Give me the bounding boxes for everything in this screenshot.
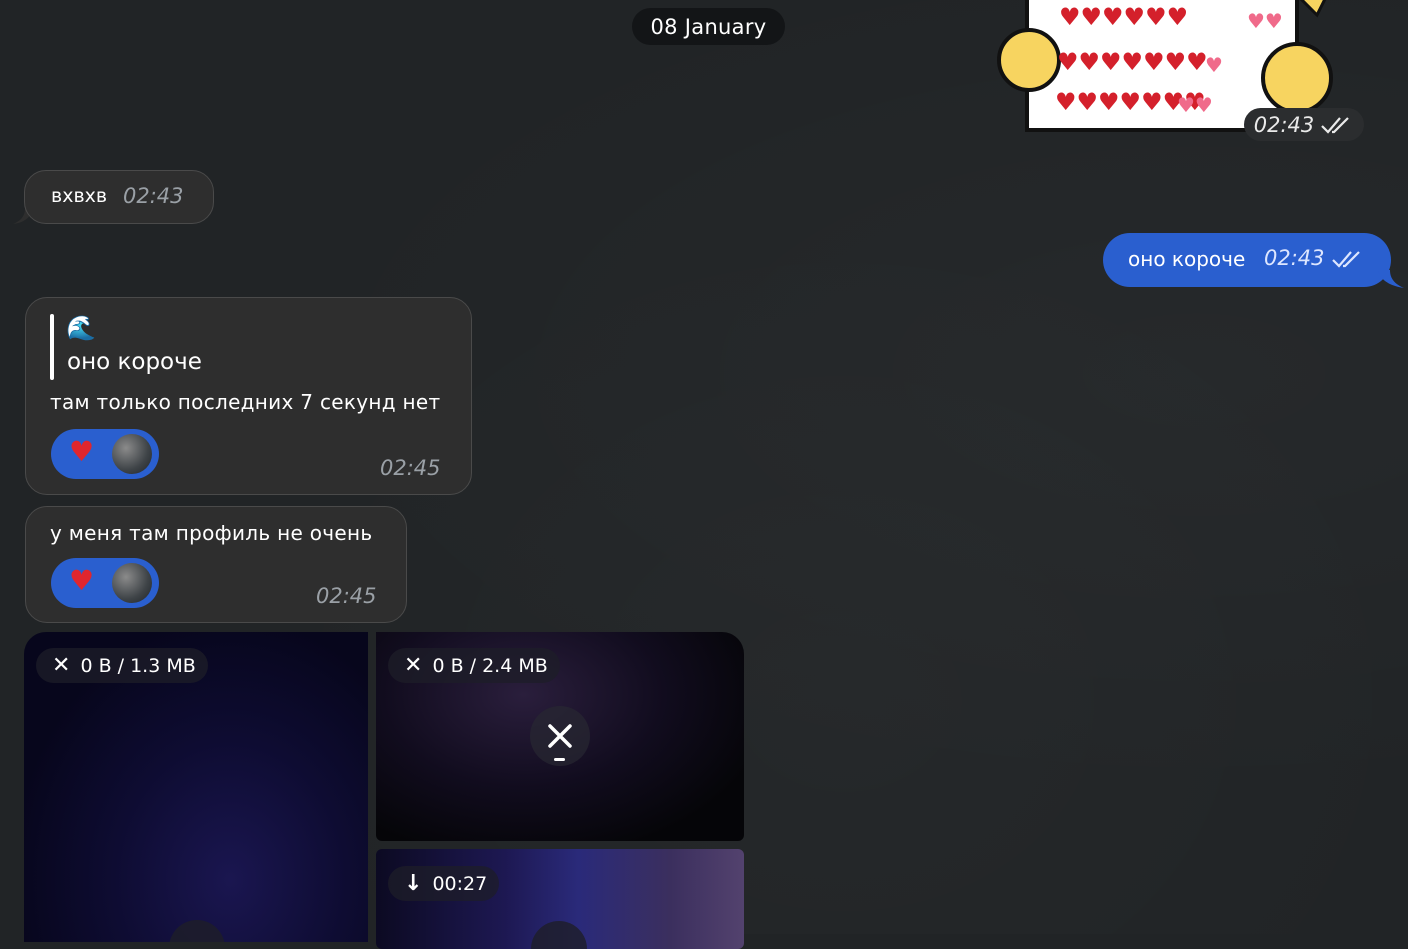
download-size: 0 B / 2.4 MB xyxy=(432,654,548,677)
play-button[interactable] xyxy=(169,920,225,942)
video-duration-badge[interactable]: ↓ 00:27 xyxy=(388,866,500,901)
message-bubble[interactable]: у меня там профиль не очень ♥ 02:45 xyxy=(25,506,407,623)
cancel-download-icon[interactable]: ✕ xyxy=(404,653,422,678)
reply-emoji: 🌊 xyxy=(66,314,96,342)
svg-text:♥: ♥ xyxy=(1205,53,1223,77)
svg-text:♥♥: ♥♥ xyxy=(1247,9,1283,33)
reply-quote-bar xyxy=(50,314,54,380)
heart-reaction-icon: ♥ xyxy=(69,435,95,468)
download-progress-badge[interactable]: ✕ 0 B / 1.3 MB xyxy=(36,648,208,683)
message-time: 02:45 xyxy=(316,584,377,608)
video-duration: 00:27 xyxy=(432,872,488,895)
svg-text:♥♥: ♥♥ xyxy=(1177,93,1213,117)
message-bubble[interactable]: 🌊 оно короче там только последних 7 секу… xyxy=(25,297,472,495)
progress-indicator xyxy=(554,758,565,761)
heart-reaction-icon: ♥ xyxy=(69,564,95,597)
message-text: там только последних 7 секунд нет xyxy=(50,390,441,414)
message-time: 02:43 xyxy=(1264,246,1325,270)
double-check-icon xyxy=(1332,251,1360,268)
outgoing-message-bubble[interactable]: оно короче 02:43 xyxy=(1103,233,1391,287)
download-arrow-icon[interactable]: ↓ xyxy=(404,871,422,896)
bubble-tail xyxy=(1378,270,1404,288)
reactor-avatar xyxy=(112,434,152,474)
reply-quote-text[interactable]: оно короче xyxy=(67,349,202,375)
date-separator: 08 January xyxy=(632,8,785,45)
cancel-download-button[interactable] xyxy=(530,706,590,766)
message-text: у меня там профиль не очень xyxy=(50,521,373,545)
play-button[interactable] xyxy=(531,921,587,949)
reaction-chip[interactable]: ♥ xyxy=(51,429,159,479)
cancel-download-icon[interactable]: ✕ xyxy=(52,653,70,678)
media-thumbnail[interactable]: ✕ 0 B / 1.3 MB xyxy=(24,632,368,942)
message-time: 02:43 xyxy=(123,184,184,208)
message-time: 02:45 xyxy=(380,456,441,480)
close-icon xyxy=(548,724,572,748)
download-size: 0 B / 1.3 MB xyxy=(80,654,196,677)
reactor-avatar xyxy=(112,563,152,603)
media-thumbnail[interactable]: ↓ 00:27 xyxy=(376,849,744,949)
svg-text:♥♥♥♥♥♥♥: ♥♥♥♥♥♥♥ xyxy=(1057,48,1208,76)
media-thumbnail[interactable]: ✕ 0 B / 2.4 MB xyxy=(376,632,744,841)
reaction-chip[interactable]: ♥ xyxy=(51,558,159,608)
message-text: вхвхв xyxy=(51,185,108,207)
svg-text:♥♥♥♥♥♥: ♥♥♥♥♥♥ xyxy=(1059,3,1188,31)
double-check-icon xyxy=(1321,116,1350,134)
message-time: 02:43 xyxy=(1253,112,1315,137)
message-text: оно короче xyxy=(1128,247,1246,271)
message-bubble[interactable]: вхвхв 02:43 xyxy=(24,170,214,224)
download-progress-badge[interactable]: ✕ 0 B / 2.4 MB xyxy=(388,648,560,683)
sticker-time-badge: 02:43 xyxy=(1244,108,1364,141)
